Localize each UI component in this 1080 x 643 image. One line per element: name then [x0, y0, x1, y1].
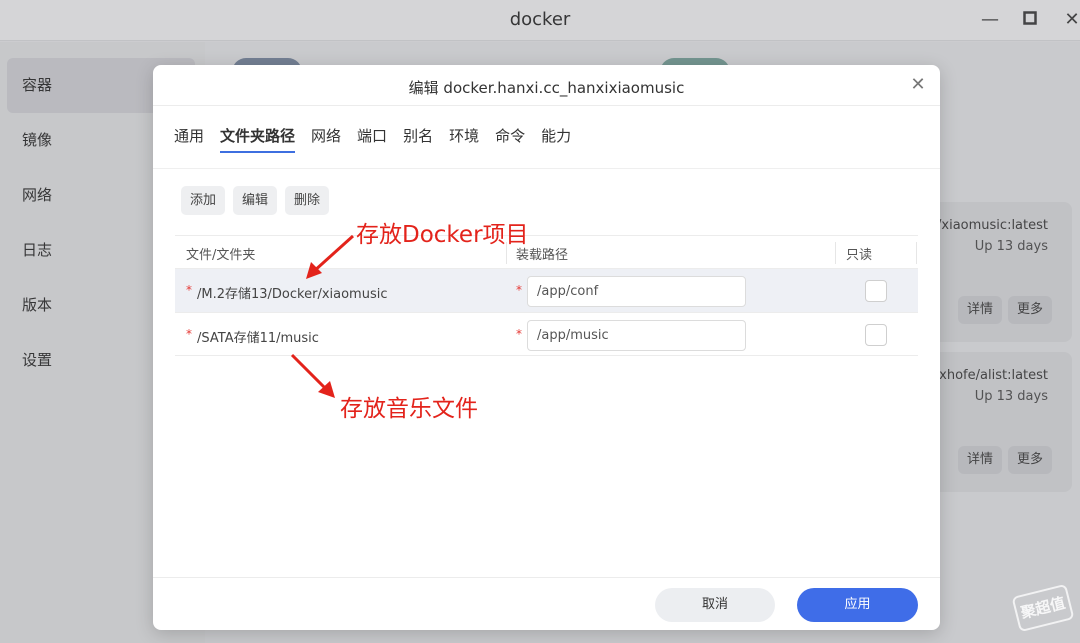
- host-path: /M.2存储13/Docker/xiaomusic: [197, 287, 388, 302]
- add-button[interactable]: 添加: [181, 186, 226, 215]
- table-header: 文件/文件夹 装载路径 只读: [175, 235, 918, 268]
- required-marker: *: [516, 283, 522, 297]
- mount-path-input[interactable]: [527, 320, 746, 351]
- table-row[interactable]: * /M.2存储13/Docker/xiaomusic *: [175, 268, 918, 312]
- dialog-tabs: 通用 文件夹路径 网络 端口 别名 环境 命令 能力: [174, 125, 587, 155]
- tab-command[interactable]: 命令: [495, 125, 525, 153]
- tab-capabilities[interactable]: 能力: [541, 125, 571, 153]
- edit-container-dialog: 编辑 docker.hanxi.cc_hanxixiaomusic ✕ 通用 文…: [153, 65, 940, 630]
- readonly-checkbox[interactable]: [865, 280, 887, 302]
- tab-network[interactable]: 网络: [311, 125, 341, 153]
- folder-path-table: 文件/文件夹 装载路径 只读 * /M.2存储13/Docker/xiaomus…: [175, 235, 918, 356]
- apply-button[interactable]: 应用: [797, 588, 918, 622]
- tab-ports[interactable]: 端口: [357, 125, 387, 153]
- host-path: /SATA存储11/music: [197, 331, 319, 346]
- tab-divider: [153, 168, 940, 169]
- edit-button[interactable]: 编辑: [233, 186, 278, 215]
- dialog-footer: 取消 应用: [153, 577, 940, 630]
- readonly-checkbox[interactable]: [865, 324, 887, 346]
- mount-path-input[interactable]: [527, 276, 746, 307]
- required-marker: *: [516, 327, 522, 341]
- close-icon[interactable]: ✕: [908, 75, 928, 95]
- path-toolbar: 添加 编辑 删除: [181, 186, 330, 215]
- dialog-header: 编辑 docker.hanxi.cc_hanxixiaomusic ✕: [153, 65, 940, 106]
- table-row[interactable]: * /SATA存储11/music *: [175, 312, 918, 356]
- column-header-readonly: 只读: [846, 248, 873, 263]
- column-divider: [835, 242, 836, 264]
- tab-environment[interactable]: 环境: [449, 125, 479, 153]
- annotation-label-music: 存放音乐文件: [340, 396, 478, 422]
- cancel-button[interactable]: 取消: [655, 588, 775, 622]
- delete-button[interactable]: 删除: [285, 186, 330, 215]
- tab-general[interactable]: 通用: [174, 125, 204, 153]
- tab-aliases[interactable]: 别名: [403, 125, 433, 153]
- annotation-label-docker: 存放Docker项目: [356, 222, 529, 248]
- dialog-title: 编辑 docker.hanxi.cc_hanxixiaomusic: [408, 79, 685, 97]
- required-marker: *: [186, 283, 192, 297]
- required-marker: *: [186, 327, 192, 341]
- column-divider: [916, 242, 917, 264]
- column-header-file: 文件/文件夹: [186, 248, 256, 263]
- tab-folder-paths[interactable]: 文件夹路径: [220, 125, 296, 153]
